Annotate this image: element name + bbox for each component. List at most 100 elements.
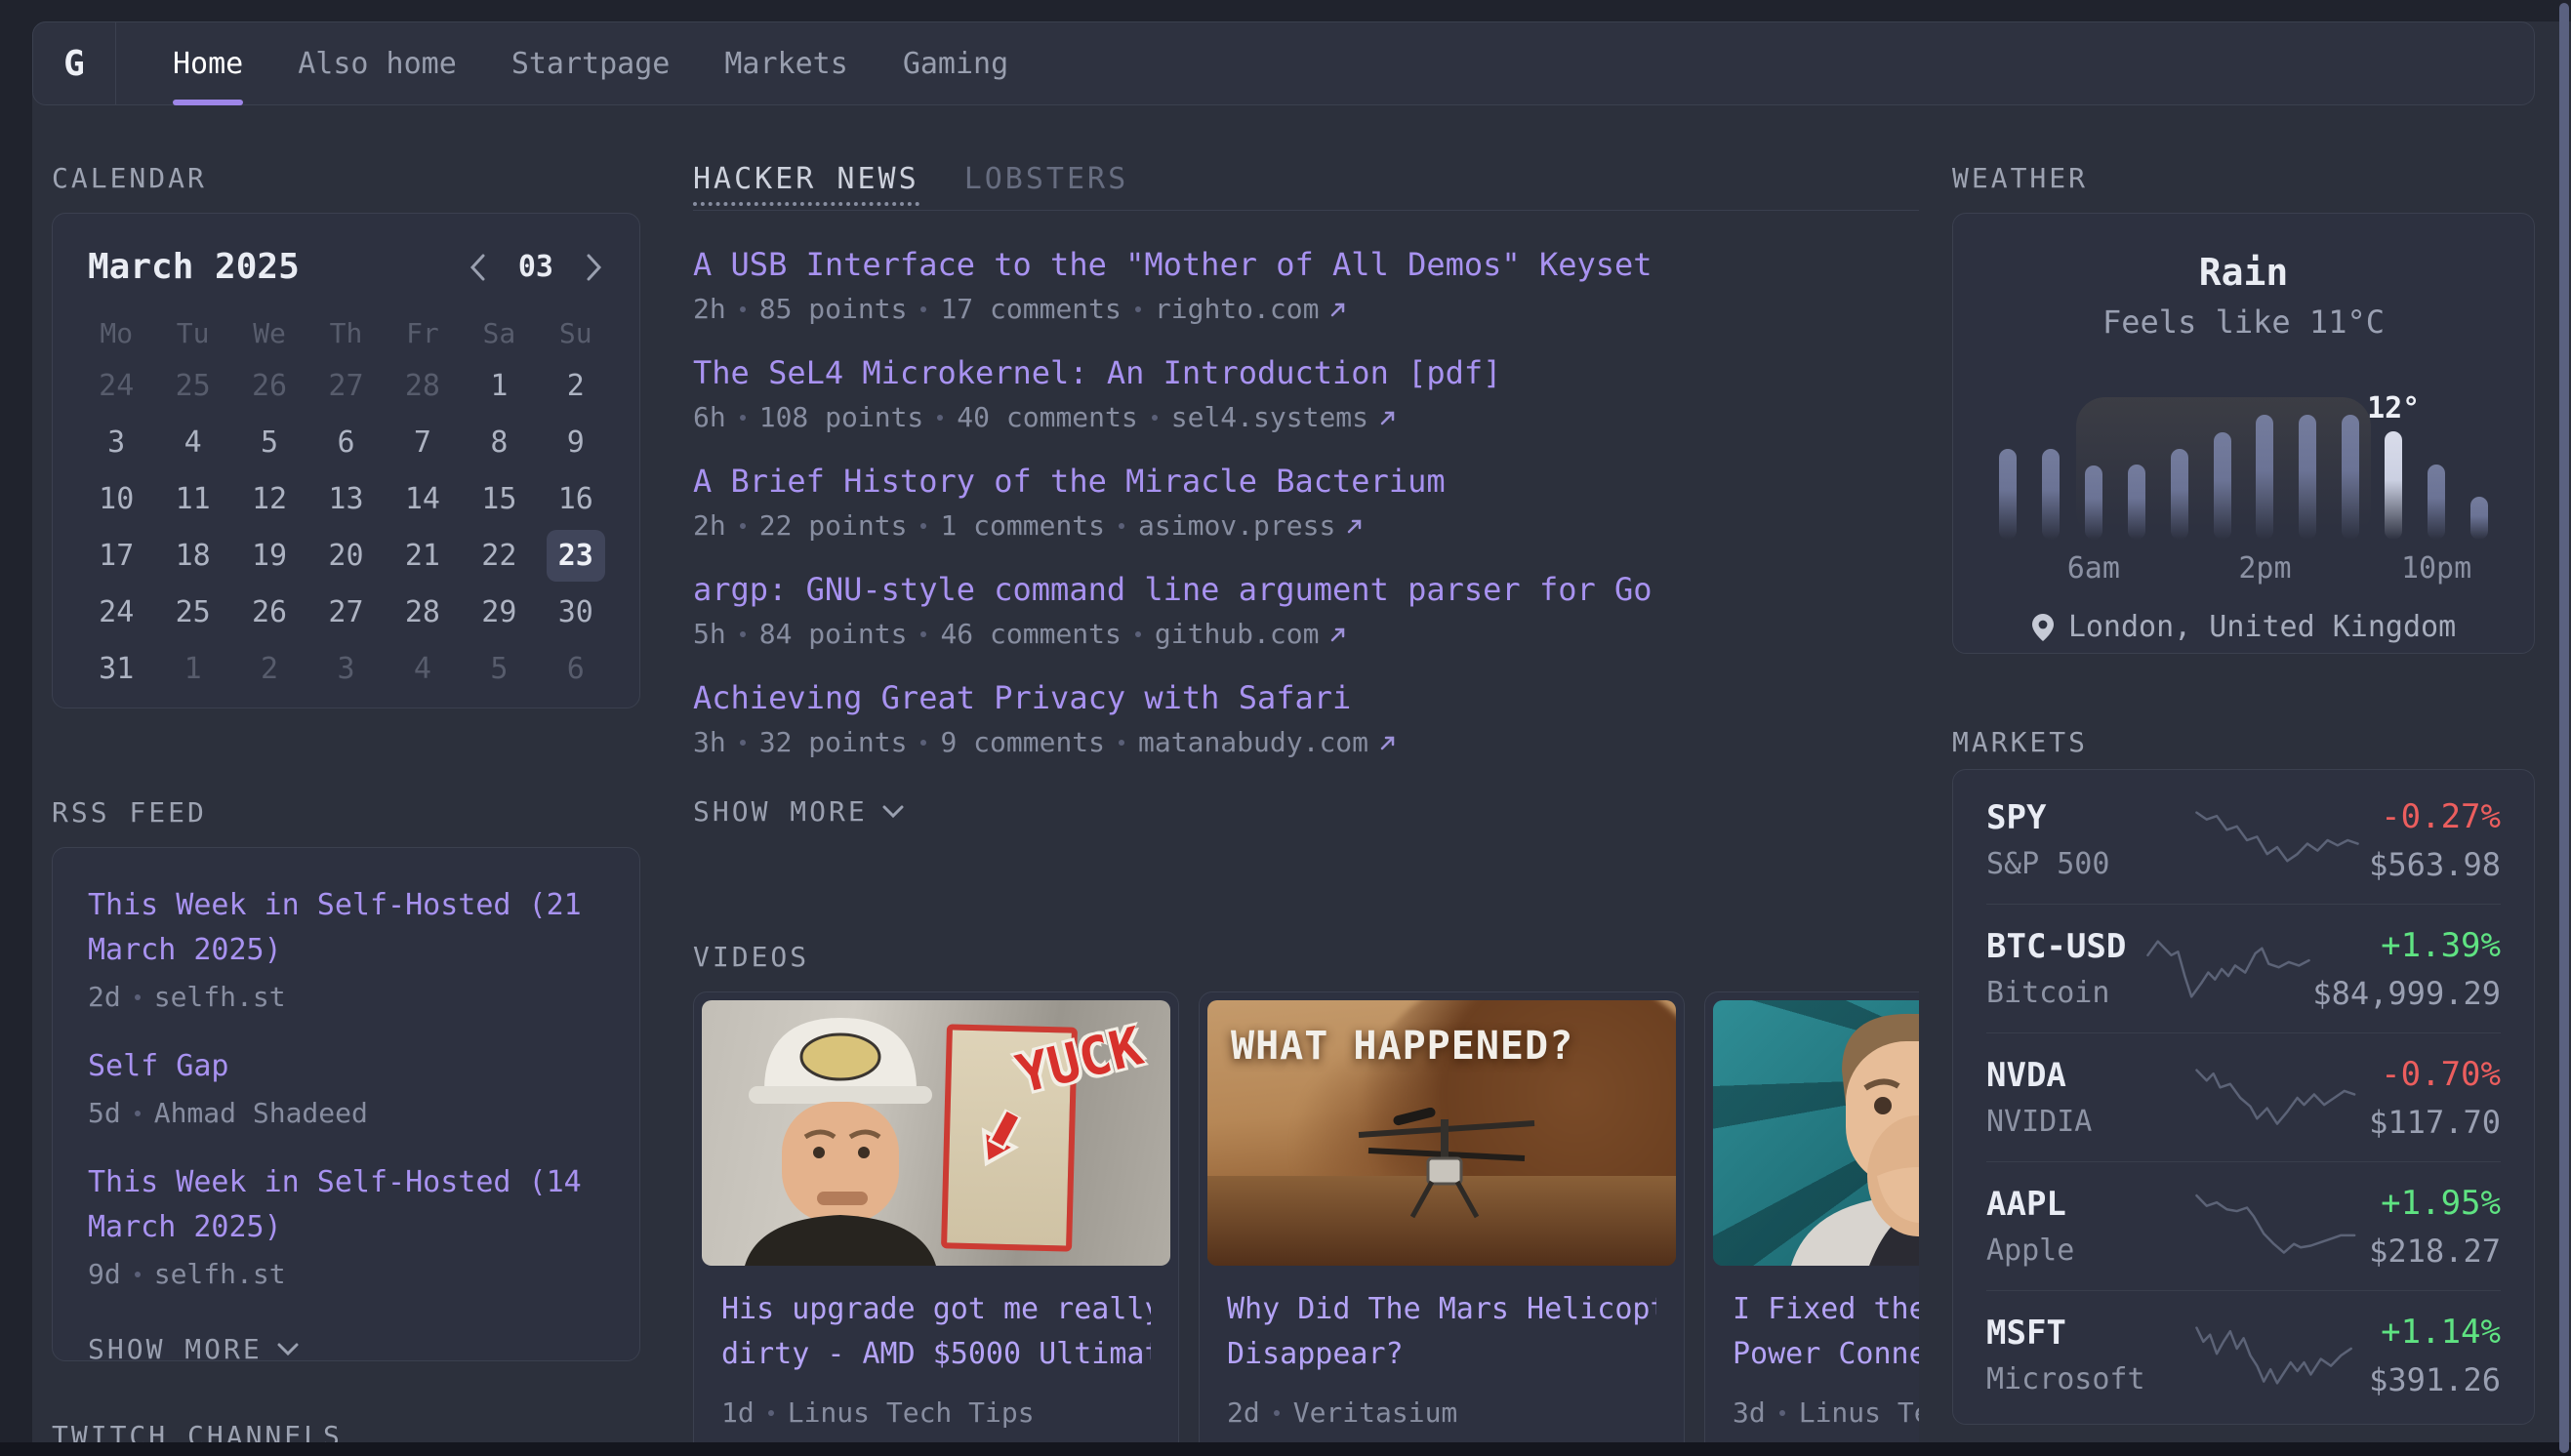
nav-item-gaming[interactable]: Gaming [903, 22, 1008, 104]
news-item-title[interactable]: Achieving Great Privacy with Safari [693, 679, 1919, 716]
weather-bar [2470, 497, 2488, 540]
weather-feels-like: Feels like 11°C [1992, 303, 2495, 341]
calendar-day: 17 [87, 530, 145, 582]
market-row-spy[interactable]: SPY S&P 500 -0.27% $563.98 [1986, 776, 2501, 904]
news-item-title[interactable]: argp: GNU-style command line argument pa… [693, 571, 1919, 608]
news-item-source-link[interactable]: asimov.press [1138, 509, 1365, 542]
nav-item-markets[interactable]: Markets [724, 22, 847, 104]
market-change: +1.95% [2361, 1184, 2501, 1223]
market-row-msft[interactable]: MSFT Microsoft +1.14% $391.26 [1986, 1290, 2501, 1419]
calendar-day: 11 [164, 473, 223, 525]
market-row-btc[interactable]: BTC-USD Bitcoin +1.39% $84,999.29 [1986, 904, 2501, 1032]
news-item-comments[interactable]: 9 comments [940, 726, 1105, 758]
weekday-label: Fr [406, 310, 439, 355]
calendar-grid: Mo Tu We Th Fr Sa Su 24 25 26 27 28 1 2 … [53, 287, 639, 695]
rss-item: This Week in Self-Hosted (14 March 2025)… [88, 1160, 604, 1290]
calendar-day: 22 [469, 530, 528, 582]
market-price: $391.26 [2361, 1361, 2501, 1398]
video-card: DO TH T I Fixed the 5090's Power Co [1704, 991, 1919, 1442]
calendar-day: 26 [240, 586, 299, 638]
news-item-time: 2h [693, 293, 726, 325]
location-pin-icon [2031, 613, 2055, 642]
video-card: YUCK His upgrade got me really dirty - A… [693, 991, 1179, 1442]
nav-item-startpage[interactable]: Startpage [511, 22, 671, 104]
nav-item-also-home[interactable]: Also home [298, 22, 457, 104]
video-title[interactable]: Disappear? [1227, 1332, 1656, 1377]
video-thumbnail[interactable]: WHAT HAPPENED? [1207, 1000, 1676, 1266]
news-item-source-link[interactable]: righto.com [1155, 293, 1349, 325]
page-scrollbar-thumb[interactable] [2559, 3, 2569, 1453]
separator-dot [1135, 631, 1141, 637]
video-thumbnail[interactable]: DO TH T [1713, 1000, 1919, 1266]
top-navigation-bar: G Home Also home Startpage Markets Gamin… [32, 21, 2535, 105]
video-title[interactable]: I Fixed the 5090's [1733, 1287, 1919, 1332]
calendar-day: 1 [164, 643, 223, 695]
separator-dot [740, 415, 746, 421]
video-channel[interactable]: Linus Tech Tips [788, 1396, 1035, 1429]
market-price: $84,999.29 [2312, 975, 2501, 1012]
tab-hacker-news[interactable]: HACKER NEWS [693, 162, 919, 210]
news-item-comments[interactable]: 40 comments [957, 401, 1137, 433]
nav-item-home[interactable]: Home [173, 22, 243, 104]
rss-item-title[interactable]: This Week in Self-Hosted (14 March 2025) [88, 1160, 604, 1250]
calendar-day: 12 [240, 473, 299, 525]
tab-lobsters[interactable]: LOBSTERS [964, 162, 1129, 210]
news-item-source-link[interactable]: sel4.systems [1171, 401, 1398, 433]
market-sparkline [2193, 1189, 2361, 1265]
news-item-title[interactable]: A USB Interface to the "Mother of All De… [693, 246, 1919, 283]
rss-item-source: selfh.st [154, 981, 286, 1013]
weather-bar [2214, 432, 2231, 540]
video-title[interactable]: His upgrade got me really [721, 1287, 1151, 1332]
video-title[interactable]: dirty - AMD $5000 Ultimate… [721, 1332, 1151, 1377]
video-title[interactable]: Why Did The Mars Helicopter [1227, 1287, 1656, 1332]
calendar-day: 26 [240, 360, 299, 412]
news-item-comments[interactable]: 46 comments [940, 618, 1121, 650]
video-title[interactable]: Power Connector Problem [1733, 1332, 1919, 1377]
weather-bar [2128, 465, 2145, 540]
app-logo[interactable]: G [33, 22, 116, 104]
market-symbol: SPY [1986, 798, 2193, 837]
news-item-title[interactable]: A Brief History of the Miracle Bacterium [693, 463, 1919, 500]
weather-current-temp: 12° [2367, 391, 2420, 425]
separator-dot [937, 415, 943, 421]
market-sparkline [2193, 802, 2361, 878]
calendar-day: 5 [240, 417, 299, 468]
rss-item-title[interactable]: Self Gap [88, 1044, 604, 1089]
main-nav: Home Also home Startpage Markets Gaming [116, 22, 1063, 104]
news-item-source-link[interactable]: github.com [1155, 618, 1349, 650]
market-name: NVIDIA [1986, 1105, 2193, 1139]
rss-show-more-button[interactable]: SHOW MORE [88, 1333, 604, 1365]
video-channel[interactable]: Linus Tech Tips [1799, 1396, 1919, 1429]
video-channel[interactable]: Veritasium [1293, 1396, 1458, 1429]
weather-hourly-chart: 12° [1992, 415, 2495, 540]
video-thumbnail[interactable]: YUCK [702, 1000, 1170, 1266]
rss-item-source: selfh.st [154, 1258, 286, 1290]
news-item-points: 32 points [759, 726, 908, 758]
news-item-source-link[interactable]: matanabudy.com [1138, 726, 1398, 758]
news-show-more-button[interactable]: SHOW MORE [693, 795, 1919, 828]
weather-time-axis: 6am 2pm 10pm [1992, 551, 2495, 588]
calendar-month-title: March 2025 [88, 247, 466, 287]
separator-dot [1152, 415, 1158, 421]
separator-dot [135, 1111, 141, 1116]
news-item: The SeL4 Microkernel: An Introduction [p… [693, 354, 1919, 433]
market-change: -0.27% [2361, 797, 2501, 836]
calendar-prev-icon[interactable] [466, 252, 491, 283]
news-item-comments[interactable]: 17 comments [940, 293, 1121, 325]
news-item-comments[interactable]: 1 comments [940, 509, 1105, 542]
calendar-next-icon[interactable] [581, 252, 606, 283]
weather-bar [2042, 449, 2060, 540]
external-link-icon [1378, 733, 1398, 752]
calendar-day: 28 [393, 360, 452, 412]
news-widget: HACKER NEWS LOBSTERS A USB Interface to … [693, 162, 1919, 828]
markets-widget: SPY S&P 500 -0.27% $563.98 BTC-USD Bitco… [1952, 769, 2535, 1425]
market-row-nvda[interactable]: NVDA NVIDIA -0.70% $117.70 [1986, 1032, 2501, 1161]
separator-dot [1119, 523, 1124, 529]
news-item-title[interactable]: The SeL4 Microkernel: An Introduction [p… [693, 354, 1919, 391]
market-row-aapl[interactable]: AAPL Apple +1.95% $218.27 [1986, 1161, 2501, 1290]
weather-bar [2342, 415, 2359, 540]
calendar-day: 4 [393, 643, 452, 695]
person-illustration [715, 1000, 979, 1266]
rss-item-title[interactable]: This Week in Self-Hosted (21 March 2025) [88, 883, 604, 973]
separator-dot [1135, 306, 1141, 312]
